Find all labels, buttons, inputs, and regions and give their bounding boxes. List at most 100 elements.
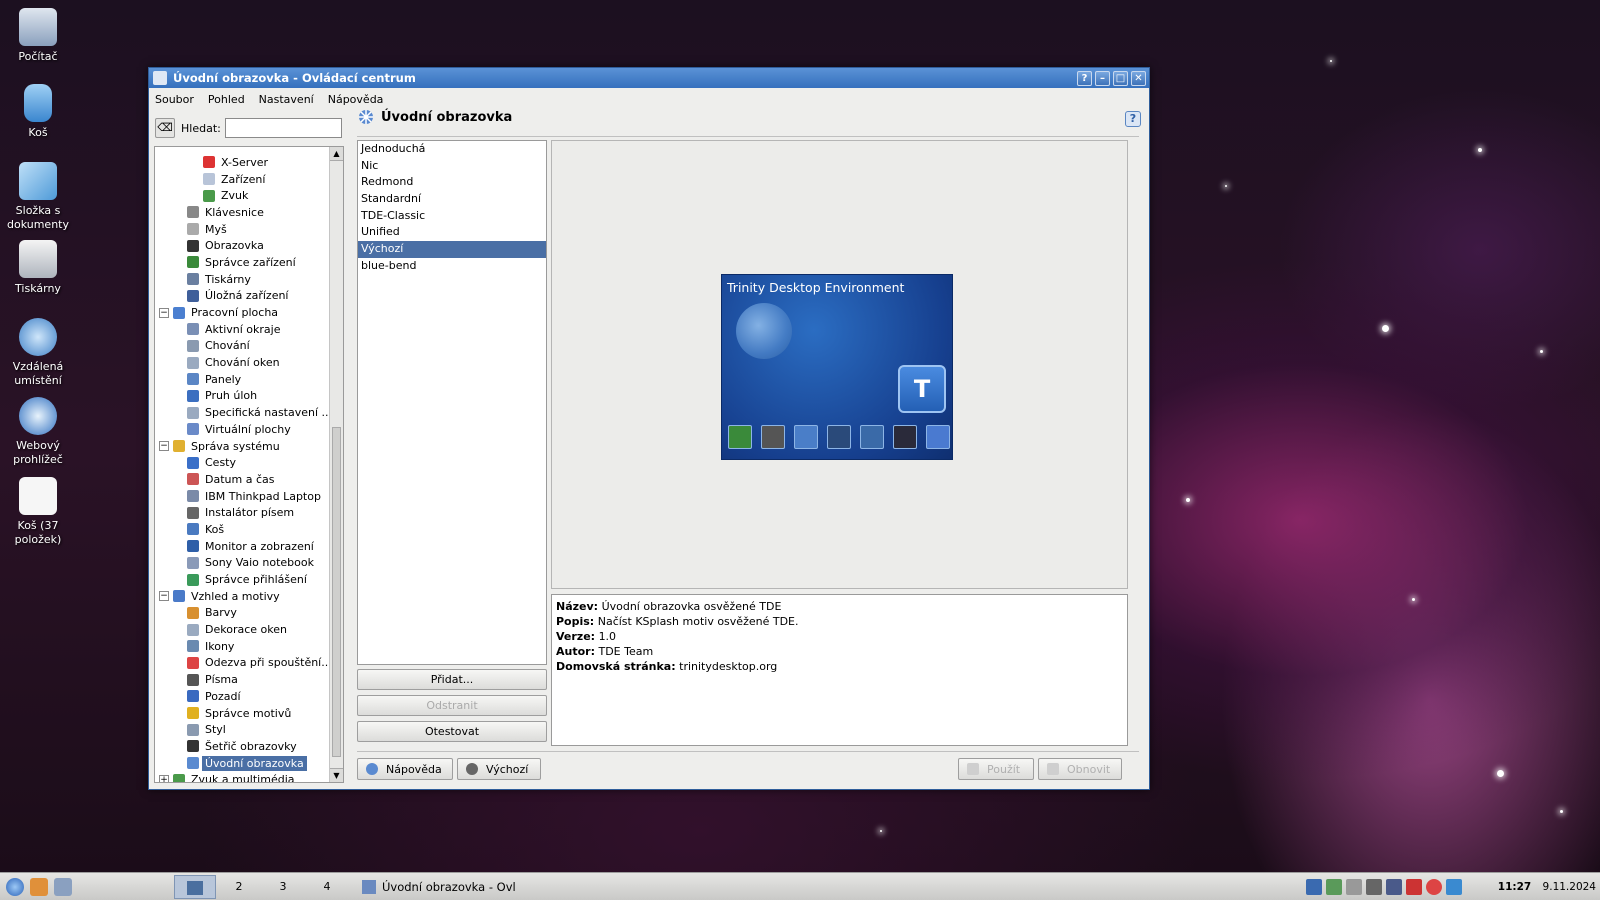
minimize-button[interactable]: – — [1095, 70, 1110, 86]
tree-item[interactable]: − Pracovní plocha — [155, 304, 329, 321]
tree-item[interactable]: Styl — [155, 721, 329, 738]
tree-item[interactable]: Správce motivů — [155, 705, 329, 722]
tree-item[interactable]: Úložná zařízení — [155, 288, 329, 305]
desktop-icon-remote[interactable]: Vzdálená umístění — [4, 318, 72, 388]
desktop-icon-printers[interactable]: Tiskárny — [4, 240, 72, 296]
tree-item[interactable]: Správce přihlášení — [155, 571, 329, 588]
tree-item[interactable]: Specifická nastavení ... — [155, 404, 332, 421]
theme-list-item[interactable]: Nic — [358, 158, 546, 175]
tree-item[interactable]: X-Server — [155, 154, 329, 171]
clear-search-button[interactable]: ⌫ — [155, 118, 175, 138]
tree-item[interactable]: Pozadí — [155, 688, 329, 705]
tree-item[interactable]: Odezva při spouštění... — [155, 655, 332, 672]
menu-help[interactable]: Nápověda — [328, 93, 384, 106]
collapse-icon[interactable]: − — [159, 441, 169, 452]
scroll-up-icon[interactable]: ▲ — [330, 147, 343, 161]
remove-theme-button[interactable]: Odstranit — [357, 695, 547, 716]
tree-item[interactable]: Barvy — [155, 605, 329, 622]
tree-item[interactable]: Písma — [155, 671, 329, 688]
tree-item[interactable]: − Správa systému — [155, 438, 329, 455]
tree-item-icon — [187, 623, 199, 636]
tree-item-icon — [187, 273, 199, 286]
desktop-pager-4[interactable]: 4 — [306, 875, 348, 899]
tree-item[interactable]: Sony Vaio notebook — [155, 555, 329, 572]
kmix-tray-icon[interactable] — [1446, 879, 1462, 895]
display-tray-icon[interactable] — [1386, 879, 1402, 895]
defaults-button[interactable]: Výchozí — [457, 758, 541, 780]
tree-item[interactable]: Klávesnice — [155, 204, 329, 221]
theme-list-item[interactable]: Jednoduchá — [358, 141, 546, 158]
tree-item[interactable]: Aktivní okraje — [155, 321, 329, 338]
tree-item[interactable]: Instalátor písem — [155, 504, 329, 521]
tree-item[interactable]: Monitor a zobrazení — [155, 538, 329, 555]
clipboard-tray-icon[interactable] — [1346, 879, 1362, 895]
tree-item[interactable]: Správce zařízení — [155, 254, 329, 271]
volume-tray-icon[interactable] — [1366, 879, 1382, 895]
tree-item[interactable]: Chování oken — [155, 354, 329, 371]
desktop-icon-trash-full[interactable]: Koš (37 položek) — [4, 477, 72, 547]
home-folder-icon[interactable] — [30, 877, 48, 896]
tree-item-icon — [187, 323, 199, 336]
reset-button[interactable]: Obnovit — [1038, 758, 1122, 780]
maximize-button[interactable]: □ — [1113, 70, 1128, 86]
start-menu-icon[interactable] — [6, 877, 24, 896]
scroll-down-icon[interactable]: ▼ — [330, 768, 343, 782]
theme-list-item[interactable]: Redmond — [358, 174, 546, 191]
keyboard-layout-tray-icon[interactable] — [1406, 879, 1422, 895]
tree-item[interactable]: Chování — [155, 338, 329, 355]
desktop-icon-computer[interactable]: Počítač — [4, 8, 72, 64]
scrollbar-thumb[interactable] — [332, 427, 341, 757]
tree-item[interactable]: − Vzhled a motivy — [155, 588, 329, 605]
theme-list-item[interactable]: blue-bend — [358, 258, 546, 275]
test-theme-button[interactable]: Otestovat — [357, 721, 547, 742]
clock[interactable]: 11:27 9.11.2024 — [1498, 881, 1596, 893]
tree-item[interactable]: Obrazovka — [155, 237, 329, 254]
menu-view[interactable]: Pohled — [208, 93, 245, 106]
tree-item[interactable]: Datum a čas — [155, 471, 329, 488]
network-tray-icon[interactable] — [1306, 879, 1322, 895]
menu-file[interactable]: Soubor — [155, 93, 194, 106]
tree-item[interactable]: Cesty — [155, 454, 329, 471]
theme-list-item[interactable]: Výchozí — [358, 241, 546, 258]
apply-button[interactable]: Použít — [958, 758, 1034, 780]
device-tray-icon[interactable] — [1326, 879, 1342, 895]
desktop-icon-browser[interactable]: Webový prohlížeč — [4, 397, 72, 467]
show-desktop-icon[interactable] — [54, 877, 72, 896]
desktop-icon-trash[interactable]: Koš — [4, 84, 72, 140]
tree-item[interactable]: Koš — [155, 521, 329, 538]
search-input[interactable] — [224, 118, 342, 138]
tree-item[interactable]: Dekorace oken — [155, 621, 329, 638]
theme-list-item[interactable]: Standardní — [358, 191, 546, 208]
tree-item[interactable]: Myš — [155, 221, 329, 238]
tree-item[interactable]: + Zvuk a multimédia — [155, 771, 329, 782]
desktop-pager-2[interactable]: 2 — [218, 875, 260, 899]
update-tray-icon[interactable] — [1426, 879, 1442, 895]
desktop-pager-3[interactable]: 3 — [262, 875, 304, 899]
tree-item[interactable]: Ikony — [155, 638, 329, 655]
tree-item[interactable]: Zvuk — [155, 187, 329, 204]
tree-item[interactable]: Šetřič obrazovky — [155, 738, 329, 755]
tree-item[interactable]: Tiskárny — [155, 271, 329, 288]
module-help-button[interactable]: ? — [1125, 111, 1141, 127]
menu-settings[interactable]: Nastavení — [259, 93, 314, 106]
help-bottom-button[interactable]: Nápověda — [357, 758, 453, 780]
collapse-icon[interactable]: − — [159, 307, 169, 318]
help-button[interactable]: ? — [1077, 70, 1092, 86]
collapse-icon[interactable]: − — [159, 591, 169, 602]
theme-list-item[interactable]: TDE-Classic — [358, 208, 546, 225]
tree-item[interactable]: IBM Thinkpad Laptop — [155, 488, 329, 505]
tree-scrollbar[interactable]: ▲ ▼ — [329, 147, 343, 782]
expand-icon[interactable]: + — [159, 774, 169, 782]
window-titlebar[interactable]: Úvodní obrazovka - Ovládací centrum ? – … — [149, 68, 1149, 88]
theme-list-item[interactable]: Unified — [358, 224, 546, 241]
tree-item[interactable]: Zařízení — [155, 171, 329, 188]
tree-item[interactable]: Panely — [155, 371, 329, 388]
desktop-icon-documents[interactable]: Složka s dokumenty — [4, 162, 72, 232]
add-theme-button[interactable]: Přidat... — [357, 669, 547, 690]
tree-item[interactable]: Pruh úloh — [155, 388, 329, 405]
taskbar-task-control-center[interactable]: Úvodní obrazovka - Ovl — [356, 875, 528, 899]
tree-item[interactable]: Virtuální plochy — [155, 421, 329, 438]
tree-item[interactable]: Úvodní obrazovka — [155, 755, 329, 772]
desktop-pager-1[interactable] — [174, 875, 216, 899]
close-button[interactable]: ✕ — [1131, 70, 1146, 86]
